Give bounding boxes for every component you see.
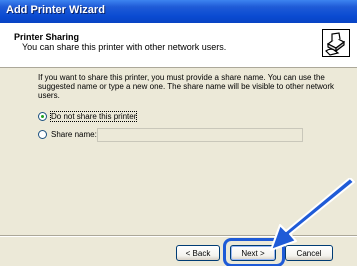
wizard-window: Add Printer Wizard Printer Sharing You c… (0, 0, 357, 266)
back-button-label: < Back (185, 248, 211, 258)
page-heading: Printer Sharing (14, 32, 80, 42)
radio-label-do-not-share: Do not share this printer (49, 111, 138, 122)
share-name-input[interactable] (97, 128, 303, 142)
back-button[interactable]: < Back (176, 245, 220, 261)
radio-button-selected[interactable] (38, 112, 47, 121)
page-subheading: You can share this printer with other ne… (22, 42, 227, 52)
printer-hand-icon (322, 29, 350, 57)
pointer-arrow-icon (270, 178, 355, 251)
sharing-description: If you want to share this printer, you m… (38, 73, 335, 100)
radio-label-share-name: Share name: (51, 130, 97, 139)
radio-share-name[interactable]: Share name: (38, 130, 97, 139)
wizard-header: Printer Sharing You can share this print… (0, 23, 357, 68)
title-bar[interactable]: Add Printer Wizard (0, 0, 357, 23)
window-title: Add Printer Wizard (6, 4, 105, 16)
radio-button-unselected[interactable] (38, 130, 47, 139)
radio-do-not-share[interactable]: Do not share this printer (38, 111, 138, 122)
